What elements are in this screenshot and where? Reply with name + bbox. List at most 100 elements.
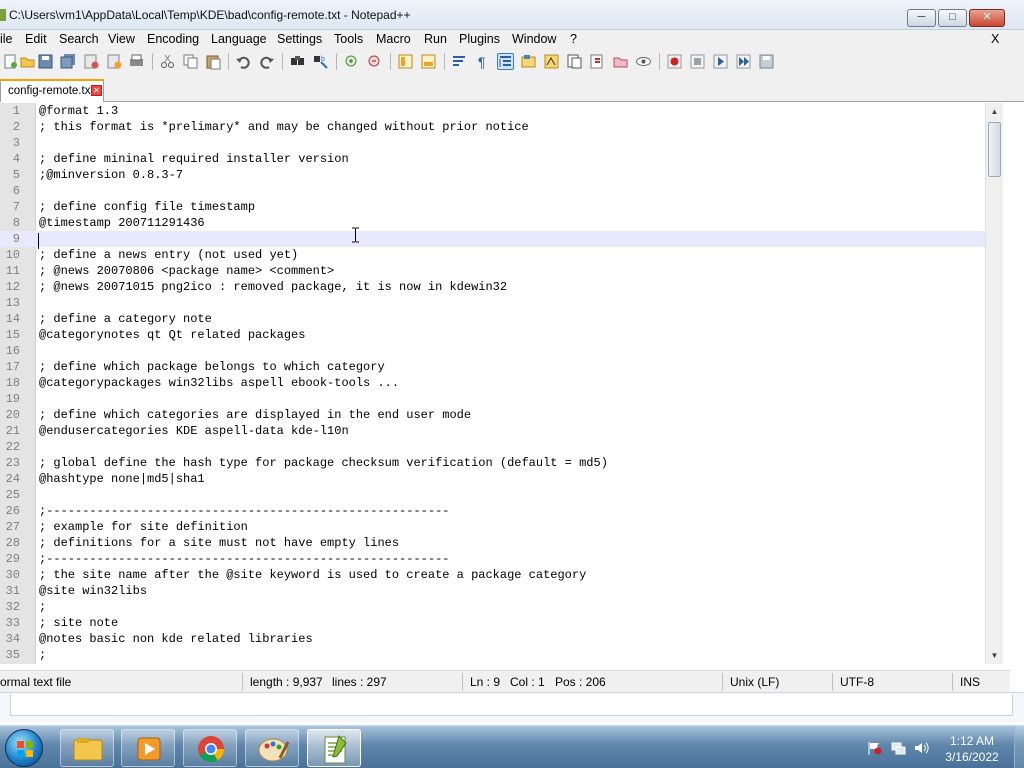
undo-icon[interactable]: [235, 53, 252, 70]
menu-encoding[interactable]: Encoding: [147, 32, 199, 46]
scroll-down-icon[interactable]: ▼: [986, 647, 1003, 664]
cut-icon[interactable]: [159, 53, 176, 70]
menu-language[interactable]: Language: [211, 32, 267, 46]
action-center-flag-icon[interactable]: [867, 741, 882, 755]
run-macro-multiple-icon[interactable]: [735, 53, 752, 70]
redo-icon[interactable]: [258, 53, 275, 70]
zoom-out-icon[interactable]: [366, 53, 383, 70]
paste-icon[interactable]: [205, 53, 222, 70]
save-icon[interactable]: [37, 53, 54, 70]
code-line[interactable]: 29 ;-------------------------------------…: [0, 551, 1003, 567]
close-window-button[interactable]: ✕: [969, 9, 1005, 27]
code-line[interactable]: 3: [0, 135, 1003, 151]
code-line[interactable]: 10 ; define a news entry (not used yet): [0, 247, 1003, 263]
volume-icon[interactable]: [914, 741, 929, 755]
vertical-scrollbar[interactable]: ▲ ▼: [985, 103, 1003, 664]
taskbar-notepad-plus-plus[interactable]: [307, 729, 361, 767]
code-line[interactable]: 20 ; define which categories are displaye…: [0, 407, 1003, 423]
find-icon[interactable]: [289, 53, 306, 70]
code-line[interactable]: 15 @categorynotes qt Qt related packages: [0, 327, 1003, 343]
taskbar-media-player[interactable]: [121, 729, 175, 767]
record-macro-icon[interactable]: [666, 53, 683, 70]
insert-mode[interactable]: INS: [960, 675, 980, 689]
taskbar-paint[interactable]: [245, 729, 299, 767]
close-document-button[interactable]: X: [991, 32, 999, 46]
network-icon[interactable]: [891, 741, 906, 755]
new-file-icon[interactable]: [2, 53, 19, 70]
code-line[interactable]: 25: [0, 487, 1003, 503]
menu-run[interactable]: Run: [424, 32, 447, 46]
clock-date[interactable]: 3/16/2022: [940, 750, 1004, 764]
word-wrap-icon[interactable]: [451, 53, 468, 70]
code-line[interactable]: 24 @hashtype none|md5|sha1: [0, 471, 1003, 487]
code-line[interactable]: 32;: [0, 599, 1003, 615]
scroll-up-icon[interactable]: ▲: [986, 103, 1003, 120]
show-desktop-button[interactable]: [1014, 726, 1024, 768]
code-line[interactable]: 19: [0, 391, 1003, 407]
code-line[interactable]: 12 ; @news 20071015 png2ico : removed pac…: [0, 279, 1003, 295]
code-line[interactable]: 28 ; definitions for a site must not have…: [0, 535, 1003, 551]
menu-settings[interactable]: Settings: [277, 32, 322, 46]
monitoring-icon[interactable]: [612, 53, 629, 70]
close-all-icon[interactable]: [106, 53, 123, 70]
code-line[interactable]: 21 @endusercategories KDE aspell-data kde…: [0, 423, 1003, 439]
indent-guide-icon[interactable]: [497, 53, 514, 70]
stop-macro-icon[interactable]: [689, 53, 706, 70]
print-icon[interactable]: [128, 53, 145, 70]
function-list-icon[interactable]: [566, 53, 583, 70]
sync-horizontal-icon[interactable]: [420, 53, 437, 70]
menu-file[interactable]: ile: [0, 32, 13, 46]
text-editor[interactable]: 1 @format 1.3 2 ; this format is *prelimary…: [0, 103, 1003, 664]
code-line[interactable]: 34 @notes basic non kde related libraries: [0, 631, 1003, 647]
code-line[interactable]: 30 ; the site name after the @site keywor…: [0, 567, 1003, 583]
code-line[interactable]: 26 ;-------------------------------------…: [0, 503, 1003, 519]
zoom-in-icon[interactable]: [343, 53, 360, 70]
code-line[interactable]: 35;: [0, 647, 1003, 663]
eol-format[interactable]: Unix (LF): [730, 675, 779, 689]
show-all-characters-icon[interactable]: ¶: [474, 53, 491, 70]
tab-close-icon[interactable]: ✕: [91, 85, 102, 96]
taskbar-chrome[interactable]: [183, 729, 237, 767]
close-icon[interactable]: [83, 53, 100, 70]
menu-search[interactable]: Search: [59, 32, 99, 46]
code-line[interactable]: 27 ; example for site definition: [0, 519, 1003, 535]
scrollbar-thumb[interactable]: [988, 122, 1001, 177]
minimize-button[interactable]: ─: [907, 9, 936, 27]
replace-icon[interactable]: b: [312, 53, 329, 70]
eye-icon[interactable]: [635, 53, 652, 70]
copy-icon[interactable]: [182, 53, 199, 70]
start-button[interactable]: [5, 729, 43, 767]
menu-macro[interactable]: Macro: [376, 32, 411, 46]
code-line[interactable]: 9: [0, 231, 1003, 247]
folder-workspace-icon[interactable]: [589, 53, 606, 70]
user-language-icon[interactable]: [520, 53, 537, 70]
code-line[interactable]: 11 ; @news 20070806 <package name> <comme…: [0, 263, 1003, 279]
menu-plugins[interactable]: Plugins: [459, 32, 500, 46]
code-line[interactable]: 22: [0, 439, 1003, 455]
menu-view[interactable]: View: [108, 32, 135, 46]
save-all-icon[interactable]: [60, 53, 77, 70]
menu-edit[interactable]: Edit: [25, 32, 47, 46]
code-line[interactable]: 5 ;@minversion 0.8.3-7: [0, 167, 1003, 183]
play-macro-icon[interactable]: [712, 53, 729, 70]
code-line[interactable]: 13: [0, 295, 1003, 311]
code-line[interactable]: 7 ; define config file timestamp: [0, 199, 1003, 215]
doc-map-icon[interactable]: [543, 53, 560, 70]
code-line[interactable]: 17 ; define which package belongs to whic…: [0, 359, 1003, 375]
code-line[interactable]: 33 ; site note: [0, 615, 1003, 631]
tab-config-remote[interactable]: config-remote.txt ✕: [0, 79, 104, 102]
code-line[interactable]: 2 ; this format is *prelimary* and may be…: [0, 119, 1003, 135]
menu-window[interactable]: Window: [512, 32, 556, 46]
encoding[interactable]: UTF-8: [840, 675, 874, 689]
sync-vertical-icon[interactable]: [397, 53, 414, 70]
menu-help[interactable]: ?: [570, 32, 577, 46]
code-line[interactable]: 14 ; define a category note: [0, 311, 1003, 327]
code-line[interactable]: 6: [0, 183, 1003, 199]
taskbar-file-explorer[interactable]: [60, 729, 114, 767]
code-line[interactable]: 18 @categorypackages win32libs aspell ebo…: [0, 375, 1003, 391]
code-line[interactable]: 1 @format 1.3: [0, 103, 1003, 119]
menu-tools[interactable]: Tools: [334, 32, 363, 46]
code-line[interactable]: 16: [0, 343, 1003, 359]
code-line[interactable]: 31 @site win32libs: [0, 583, 1003, 599]
open-file-icon[interactable]: [19, 53, 36, 70]
